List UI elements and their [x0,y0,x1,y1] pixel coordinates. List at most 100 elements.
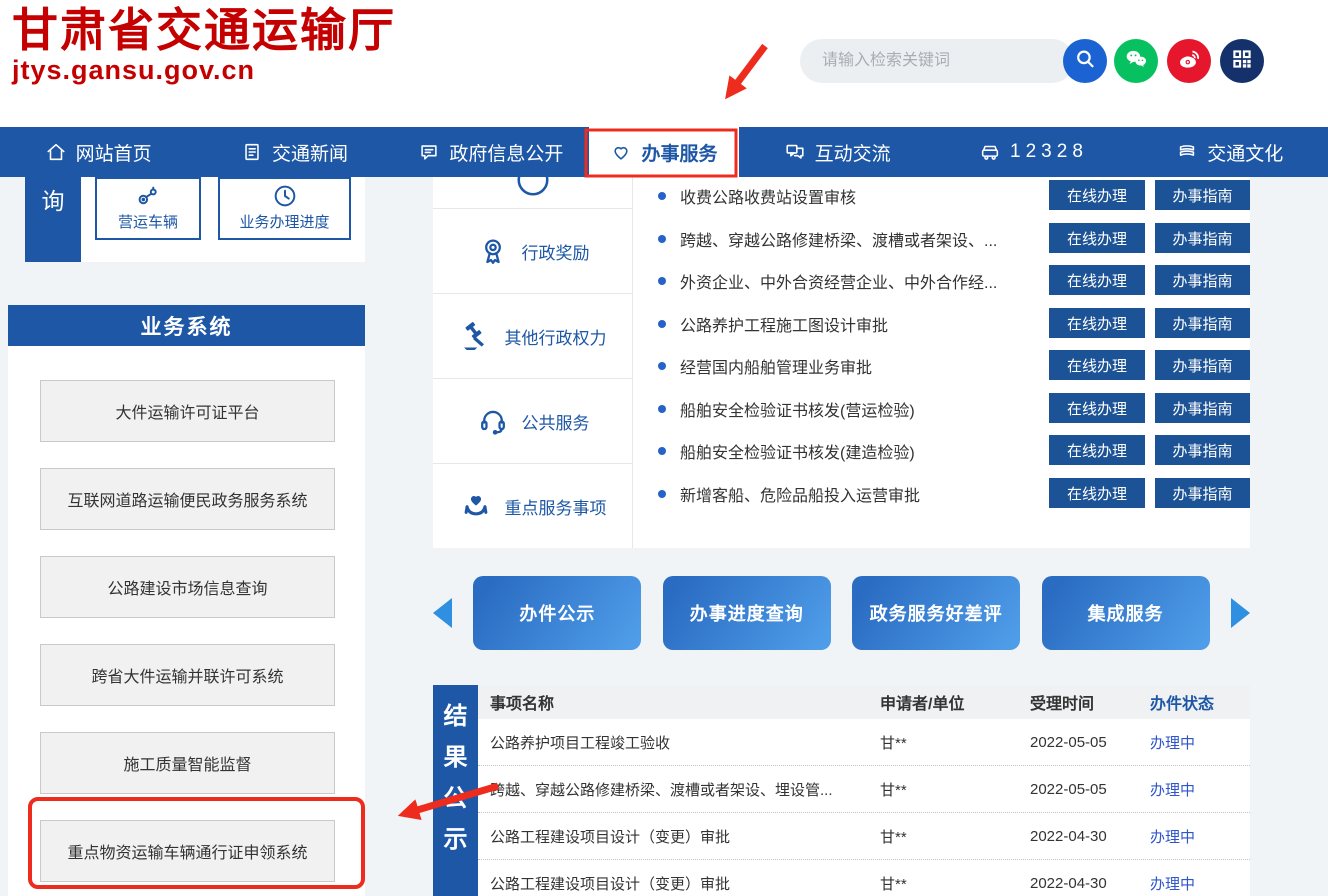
service-row: 船舶安全检验证书核发(建造检验) 在线办理 办事指南 [648,435,1250,466]
system-link-button[interactable]: 大件运输许可证平台 [40,380,335,442]
row-item-name[interactable]: 公路工程建设项目设计（变更）审批 [478,873,868,894]
row-applicant: 甘** [868,779,1018,800]
service-name-link[interactable]: 公路养护工程施工图设计审批 [680,312,1058,336]
row-item-name[interactable]: 公路养护项目工程竣工验收 [478,732,868,753]
quick-action-button[interactable]: 政务服务好差评 [852,576,1020,650]
online-handle-button[interactable]: 在线办理 [1049,435,1145,465]
nav-item-culture[interactable]: 交通文化 [1132,127,1328,177]
logo-url: jtys.gansu.gov.cn [12,55,396,86]
service-guide-button[interactable]: 办事指南 [1155,435,1250,465]
category-label: 重点服务事项 [505,494,607,519]
nav-item-news[interactable]: 交通新闻 [196,127,392,177]
results-table-panel: 事项名称 申请者/单位 受理时间 办件状态 公路养护项目工程竣工验收 甘** 2… [478,685,1250,896]
clipped-category-item[interactable] [433,177,633,208]
vertical-title-char: 公 [444,787,468,811]
service-list: 收费公路收费站设置审核 在线办理 办事指南 跨越、穿越公路修建桥梁、渡槽或者架设… [648,177,1250,548]
service-guide-button[interactable]: 办事指南 [1155,308,1250,338]
row-item-name[interactable]: 公路工程建设项目设计（变更）审批 [478,826,868,847]
row-status-link[interactable]: 办理中 [1138,732,1250,753]
service-name-link[interactable]: 新增客船、危险品船投入运营审批 [680,482,1058,506]
system-link-button[interactable]: 互联网道路运输便民政务服务系统 [40,468,335,530]
nav-item-label: 互动交流 [815,139,891,166]
system-link-button[interactable]: 重点物资运输车辆通行证申领系统 [40,820,335,882]
vertical-title-char: 示 [444,828,468,852]
service-guide-button[interactable]: 办事指南 [1155,180,1250,210]
quick-link-business-progress[interactable]: 业务办理进度 [218,177,351,240]
carousel-next-arrow-icon[interactable] [1231,598,1250,628]
qrcode-button[interactable] [1220,39,1264,83]
nav-item-hotline[interactable]: 12328 [935,127,1131,177]
bullet-icon [658,277,666,285]
category-label: 行政奖励 [522,239,590,264]
system-link-button[interactable]: 公路建设市场信息查询 [40,556,335,618]
category-item-other-admin-power[interactable]: 其他行政权力 [433,293,633,378]
service-guide-button[interactable]: 办事指南 [1155,393,1250,423]
nav-item-label: 12328 [1010,141,1088,163]
quick-link-operating-vehicles[interactable]: 营运车辆 [95,177,201,240]
business-systems-panel: 大件运输许可证平台互联网道路运输便民政务服务系统公路建设市场信息查询跨省大件运输… [8,346,365,896]
service-name-link[interactable]: 外资企业、中外合资经营企业、中外合作经... [680,269,1058,293]
medal-icon [477,235,509,267]
row-status-link[interactable]: 办理中 [1138,826,1250,847]
query-panel: 询 营运车辆 业务办理进度 [25,177,365,262]
row-status-link[interactable]: 办理中 [1138,779,1250,800]
service-row: 收费公路收费站设置审核 在线办理 办事指南 [648,180,1250,211]
search-icon [1072,46,1098,77]
search-input[interactable] [800,39,1074,83]
online-handle-button[interactable]: 在线办理 [1049,350,1145,380]
category-item-key-services[interactable]: 重点服务事项 [433,463,633,548]
service-guide-button[interactable]: 办事指南 [1155,223,1250,253]
clock-icon [271,182,299,210]
bullet-icon [658,320,666,328]
online-handle-button[interactable]: 在线办理 [1049,180,1145,210]
service-row: 船舶安全检验证书核发(营运检验) 在线办理 办事指南 [648,393,1250,424]
bullet-icon [658,235,666,243]
wechat-icon [1123,46,1149,77]
row-item-name[interactable]: 跨越、穿越公路修建桥梁、渡槽或者架设、埋设管... [478,779,868,800]
service-row: 新增客船、危险品船投入运营审批 在线办理 办事指南 [648,478,1250,509]
wechat-button[interactable] [1114,39,1158,83]
service-guide-button[interactable]: 办事指南 [1155,350,1250,380]
service-name-link[interactable]: 跨越、穿越公路修建桥梁、渡槽或者架设、... [680,227,1058,251]
search-button[interactable] [1063,39,1107,83]
nav-item-interaction[interactable]: 互动交流 [739,127,935,177]
logo-title: 甘肃省交通运输厅 [12,6,396,57]
nav-item-services[interactable]: 办事服务 [589,127,739,177]
query-vertical-tab[interactable]: 询 [25,177,81,262]
service-name-link[interactable]: 船舶安全检验证书核发(营运检验) [680,397,1058,421]
nav-item-gov-info[interactable]: 政府信息公开 [393,127,589,177]
service-guide-button[interactable]: 办事指南 [1155,478,1250,508]
online-handle-button[interactable]: 在线办理 [1049,223,1145,253]
system-link-button[interactable]: 施工质量智能监督 [40,732,335,794]
table-row: 公路工程建设项目设计（变更）审批 甘** 2022-04-30 办理中 [478,813,1250,860]
nav-item-label: 办事服务 [641,139,717,166]
site-header: 甘肃省交通运输厅 jtys.gansu.gov.cn [0,0,1328,127]
service-name-link[interactable]: 收费公路收费站设置审核 [680,184,1058,208]
online-handle-button[interactable]: 在线办理 [1049,478,1145,508]
system-link-button[interactable]: 跨省大件运输并联许可系统 [40,644,335,706]
online-handle-button[interactable]: 在线办理 [1049,393,1145,423]
car-icon [979,141,1001,163]
results-table-header: 事项名称 申请者/单位 受理时间 办件状态 [478,685,1250,719]
row-accept-date: 2022-05-05 [1018,781,1138,798]
service-name-link[interactable]: 经营国内船舶管理业务审批 [680,354,1058,378]
quick-action-button[interactable]: 办事进度查询 [663,576,831,650]
online-handle-button[interactable]: 在线办理 [1049,308,1145,338]
nav-item-label: 网站首页 [76,139,152,166]
bullet-icon [658,490,666,498]
services-panel: 行政奖励 其他行政权力 公共服务 重点服务事项 收费公路收费站设置审核 在线办理… [433,177,1250,548]
category-item-public-service[interactable]: 公共服务 [433,378,633,463]
news-icon [241,141,263,163]
service-name-link[interactable]: 船舶安全检验证书核发(建造检验) [680,439,1058,463]
quick-action-button[interactable]: 办件公示 [473,576,641,650]
quick-action-button[interactable]: 集成服务 [1042,576,1210,650]
carousel-prev-arrow-icon[interactable] [433,598,452,628]
weibo-button[interactable] [1167,39,1211,83]
vehicle-icon [134,182,162,210]
online-handle-button[interactable]: 在线办理 [1049,265,1145,295]
service-guide-button[interactable]: 办事指南 [1155,265,1250,295]
row-status-link[interactable]: 办理中 [1138,873,1250,894]
nav-item-home[interactable]: 网站首页 [0,127,196,177]
column-header: 办件状态 [1138,690,1250,714]
category-item-admin-reward[interactable]: 行政奖励 [433,208,633,293]
